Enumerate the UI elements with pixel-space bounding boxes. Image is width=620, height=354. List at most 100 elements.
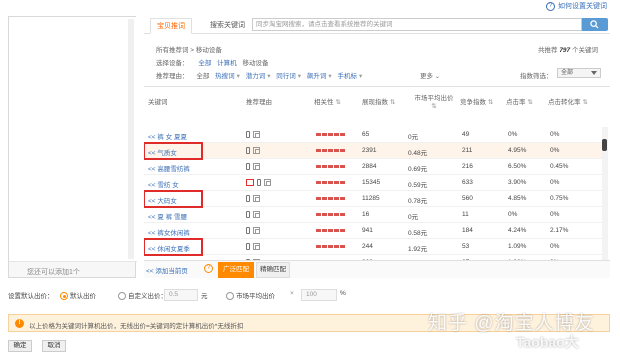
ctr-cell: 3.90%: [508, 179, 527, 186]
impressions-cell: 244: [362, 243, 373, 250]
competition-cell: 211: [462, 147, 473, 154]
breadcrumb: 所有推荐词 > 移动设备: [156, 47, 222, 54]
impressions-cell: 2391: [362, 147, 377, 154]
relevance-bar: [316, 245, 345, 248]
left-scrollbar[interactable]: [128, 19, 134, 259]
watermark: 知乎 @淘宝人博友: [428, 313, 595, 334]
help-icon[interactable]: ?: [204, 264, 213, 273]
reason-option-hot[interactable]: 热搜词: [215, 73, 235, 80]
col-cvr[interactable]: 点击转化率 ⇅: [548, 99, 588, 107]
selected-keywords-list[interactable]: [9, 17, 137, 262]
help-icon: ?: [546, 1, 555, 11]
more-filters[interactable]: 更多 ⌄: [420, 70, 440, 80]
market-percent-input[interactable]: 100: [301, 289, 337, 301]
col-reason: 推荐理由: [246, 99, 272, 106]
cvr-cell: 0%: [550, 131, 560, 138]
table-row[interactable]: << 大码女 11285 0.78元 560 4.85% 0.75%: [144, 190, 602, 208]
impressions-cell: 16: [362, 211, 370, 218]
custom-bid-radio[interactable]: 自定义出价：: [118, 290, 167, 301]
reason-option-peer[interactable]: 同行词: [276, 73, 296, 80]
table-row[interactable]: << 裤 女 夏夏 65 0元 49 0% 0%: [144, 127, 602, 143]
col-relevance[interactable]: 相关性 ⇅: [314, 99, 341, 107]
device-option-mobile[interactable]: 移动设备: [242, 60, 268, 67]
table-row[interactable]: << 休闲女夏季 244 1.92元 53 1.09% 0%: [144, 238, 602, 256]
col-impressions[interactable]: 展现指数 ⇅: [362, 99, 395, 107]
tab-item-recommend[interactable]: 宝贝推词: [150, 18, 192, 34]
col-competition[interactable]: 竞争指数 ⇅: [460, 99, 493, 107]
keyword-link[interactable]: << 雪纺 女: [148, 179, 179, 189]
cvr-cell: 2.17%: [550, 227, 569, 234]
index-filter-select[interactable]: 全部: [557, 68, 601, 78]
col-market-price[interactable]: 市场平均出价 ⇅: [404, 95, 464, 111]
competition-cell: 184: [462, 227, 473, 234]
cvr-cell: 0.45%: [550, 163, 569, 170]
mobile-icon: [246, 243, 250, 250]
tab-search-keyword[interactable]: 搜索关键词: [204, 18, 251, 34]
market-bid-radio[interactable]: 市场平均出价: [226, 290, 275, 301]
reason-icons: [246, 227, 260, 234]
table-row[interactable]: << 雪纺 女 15345 0.59元 633 3.90% 0%: [144, 175, 602, 191]
add-current-page-link[interactable]: << 添加当前页: [146, 265, 188, 275]
market-price-cell: 0.48元: [408, 150, 428, 157]
relevance-bar: [316, 133, 345, 136]
competition-cell: 216: [462, 163, 473, 170]
mobile-icon: [246, 163, 250, 170]
ctr-cell: 0%: [508, 211, 518, 218]
keyword-link[interactable]: << 裤女休闲裤: [148, 227, 190, 237]
reason-option-rising[interactable]: 飙升词: [307, 73, 327, 80]
competition-cell: 53: [462, 243, 470, 250]
keyword-link[interactable]: << 裤 女 夏夏: [148, 131, 187, 141]
remaining-count-text: 您还可以添加1个: [27, 269, 80, 276]
help-link[interactable]: ? 如何设置关键词: [546, 1, 607, 11]
ctr-cell: 6.50%: [508, 163, 527, 170]
exact-match-button[interactable]: 精确匹配: [256, 262, 290, 278]
competition-cell: 560: [462, 195, 473, 202]
table-row[interactable]: << 裤女休闲裤 941 0.58元 184 4.24% 2.17%: [144, 223, 602, 239]
highlight-box: [144, 238, 203, 256]
reason-icons: [246, 131, 260, 138]
device-option-all[interactable]: 全部: [198, 60, 211, 67]
device-filter: 选择设备： 全部 计算机 移动设备: [156, 60, 269, 67]
tab-bar: 宝贝推词 搜索关键词 同步淘宝网搜索，请点击查看系统推荐的关键词: [144, 16, 610, 34]
keyword-link[interactable]: << 夏 裤 雪腰: [148, 211, 187, 221]
highlight-box: [144, 190, 203, 208]
device-option-pc[interactable]: 计算机: [217, 60, 237, 67]
reason-option-all[interactable]: 全部: [196, 73, 209, 80]
market-price-cell: 1.92元: [408, 246, 428, 253]
table-scrollbar[interactable]: [602, 127, 608, 260]
relevance-bar: [316, 213, 345, 216]
market-price-cell: 0.58元: [408, 230, 428, 237]
col-ctr[interactable]: 点击率 ⇅: [506, 99, 533, 107]
search-button[interactable]: [582, 18, 608, 31]
table-row[interactable]: << 气质女 2391 0.48元 211 4.95% 0%: [144, 142, 602, 160]
reason-icons: [246, 163, 260, 170]
reason-option-potential[interactable]: 潜力词: [246, 73, 266, 80]
keyword-search-input[interactable]: 同步淘宝网搜索，请点击查看系统推荐的关键词: [252, 18, 582, 31]
cancel-button[interactable]: 取消: [42, 340, 66, 352]
market-price-cell: 0.78元: [408, 198, 428, 205]
mobile-icon: [246, 195, 250, 202]
mobile-icon: [246, 147, 250, 154]
confirm-button[interactable]: 确定: [8, 340, 32, 352]
notice-text: 以上价格为关键词计算机出价，无线出价=关键词的定计算机出价*无线折扣: [29, 323, 244, 330]
market-price-cell: 0.59元: [408, 182, 428, 189]
keyword-link[interactable]: << 高腰雪纺裤: [148, 163, 190, 173]
reason-icons: [246, 195, 260, 202]
cvr-cell: 0%: [550, 243, 560, 250]
relevance-bar: [316, 197, 345, 200]
broad-match-button[interactable]: 广泛匹配: [218, 262, 254, 278]
custom-bid-input[interactable]: 0.5: [164, 289, 198, 301]
impressions-cell: 65: [362, 131, 370, 138]
competition-cell: 49: [462, 131, 470, 138]
table-scrollbar-thumb[interactable]: [602, 139, 607, 151]
default-bid-radio[interactable]: 默认出价: [60, 290, 96, 301]
reason-filter: 推荐理由： 全部 热搜词 ▾ 潜力词 ▾ 同行词 ▾ 飙升词 ▾ 手机标 ▾: [156, 73, 363, 80]
table-row[interactable]: << 高腰雪纺裤 2884 0.69元 216 6.50% 0.45%: [144, 159, 602, 175]
percent-sign: %: [340, 290, 346, 297]
table-row[interactable]: << 夏 裤 雪腰 16 0元 11 0% 0%: [144, 207, 602, 223]
mobile-icon: [246, 227, 250, 234]
reason-option-mobile[interactable]: 手机标: [337, 73, 357, 80]
total-count-number: 797: [559, 47, 571, 54]
pc-icon: [253, 243, 260, 250]
ctr-cell: 4.24%: [508, 227, 527, 234]
